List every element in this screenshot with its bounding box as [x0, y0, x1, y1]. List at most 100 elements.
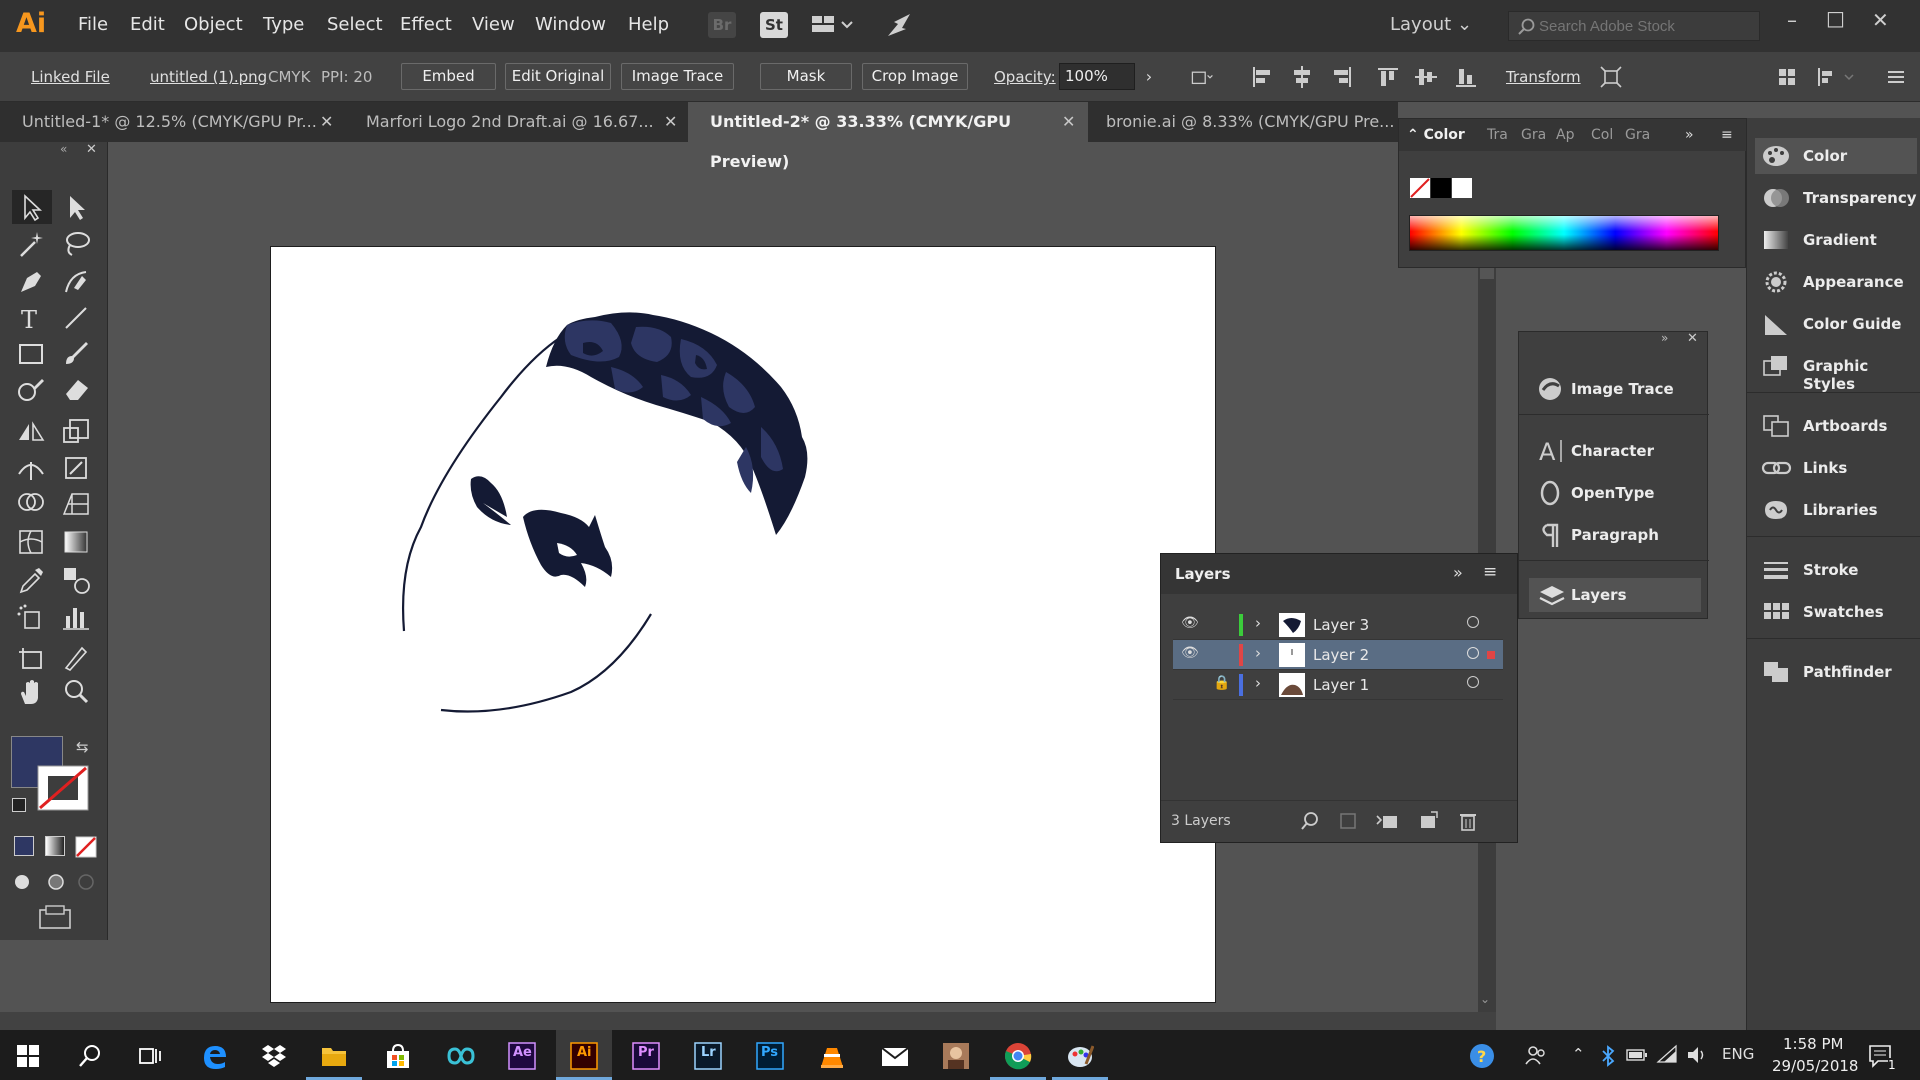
- selection-tool-icon[interactable]: [15, 192, 49, 224]
- scroll-down-icon[interactable]: ⌄: [1480, 992, 1490, 1006]
- taskbar-infinity-app[interactable]: [432, 1030, 488, 1080]
- menu-effect[interactable]: Effect: [400, 14, 452, 35]
- mesh-tool-icon[interactable]: [15, 526, 49, 558]
- lock-icon[interactable]: 🔒: [1213, 675, 1230, 691]
- dock-appearance[interactable]: Appearance: [1755, 264, 1917, 300]
- portrait-artwork[interactable]: [271, 247, 1217, 1004]
- windows-start-icon[interactable]: [16, 1044, 40, 1068]
- expand-panel-icon[interactable]: »: [1453, 563, 1463, 582]
- layers-panel-title[interactable]: Layers: [1175, 565, 1231, 583]
- panel-paragraph[interactable]: Paragraph: [1529, 518, 1701, 552]
- visibility-eye-icon[interactable]: 👁: [1181, 615, 1199, 631]
- align-vertical-center-icon[interactable]: [1414, 65, 1438, 89]
- image-trace-button[interactable]: Image Trace: [621, 63, 734, 90]
- screen-mode-icon[interactable]: [36, 904, 76, 932]
- expand-layer-icon[interactable]: ›: [1255, 644, 1261, 662]
- paintbrush-tool-icon[interactable]: [60, 338, 94, 370]
- align-bottom-icon[interactable]: [1454, 65, 1478, 89]
- none-mode-icon[interactable]: [75, 836, 97, 858]
- search-input[interactable]: [1539, 16, 1754, 36]
- taskbar-illustrator[interactable]: Ai: [556, 1030, 612, 1080]
- expand-layer-icon[interactable]: ›: [1255, 614, 1261, 632]
- tab-graphic-styles[interactable]: Gra: [1625, 127, 1650, 143]
- tab-bronie[interactable]: bronie.ai @ 8.33% (CMYK/GPU Pre...: [1084, 102, 1398, 142]
- layer-row-2[interactable]: 👁 › Layer 2: [1173, 640, 1503, 670]
- isolate-object-icon[interactable]: [1599, 65, 1623, 89]
- taskbar-dropbox[interactable]: [246, 1030, 302, 1080]
- dock-libraries[interactable]: Libraries: [1755, 492, 1917, 528]
- eyedropper-tool-icon[interactable]: [15, 564, 49, 596]
- dock-color-guide[interactable]: Color Guide: [1755, 306, 1917, 342]
- type-tool-icon[interactable]: T: [15, 302, 49, 334]
- taskbar-photo-app[interactable]: [928, 1030, 984, 1080]
- lasso-tool-icon[interactable]: [60, 228, 94, 260]
- tab-gradient[interactable]: Gra: [1521, 127, 1546, 143]
- artboard[interactable]: [270, 246, 1216, 1003]
- expand-layer-icon[interactable]: ›: [1255, 674, 1261, 692]
- tab-close-icon[interactable]: ✕: [1062, 102, 1075, 142]
- slice-tool-icon[interactable]: [60, 642, 94, 674]
- menu-view[interactable]: View: [472, 14, 515, 35]
- delete-layer-icon[interactable]: [1457, 810, 1479, 832]
- tab-close-icon[interactable]: ✕: [664, 102, 677, 142]
- opacity-label[interactable]: Opacity:: [994, 68, 1056, 86]
- crop-image-button[interactable]: Crop Image: [862, 63, 968, 90]
- tab-color[interactable]: ⌃ Color: [1407, 127, 1465, 143]
- people-icon[interactable]: [1524, 1044, 1548, 1068]
- dock-gradient[interactable]: Gradient: [1755, 222, 1917, 258]
- menu-window[interactable]: Window: [535, 14, 606, 35]
- dock-swatches[interactable]: Swatches: [1755, 594, 1917, 630]
- bluetooth-icon[interactable]: [1600, 1045, 1616, 1067]
- tab-untitled-2[interactable]: Untitled-2* @ 33.33% (CMYK/GPU Preview): [688, 102, 1088, 171]
- create-sublayer-icon[interactable]: [1375, 810, 1401, 832]
- tab-color-guide[interactable]: Col: [1591, 127, 1613, 143]
- zoom-tool-icon[interactable]: [60, 676, 94, 708]
- search-stock[interactable]: [1508, 11, 1760, 41]
- gradient-mode-icon[interactable]: [45, 836, 65, 856]
- menu-edit[interactable]: Edit: [130, 14, 165, 35]
- embed-button[interactable]: Embed: [401, 63, 496, 90]
- taskbar-file-explorer[interactable]: [306, 1030, 362, 1080]
- layer-name[interactable]: Layer 2: [1313, 646, 1369, 664]
- arrange-documents-icon[interactable]: [810, 12, 854, 42]
- taskbar-paint-app[interactable]: [1052, 1030, 1108, 1080]
- align-right-icon[interactable]: [1330, 65, 1354, 89]
- align-horizontal-center-icon[interactable]: [1290, 65, 1314, 89]
- tab-appearance[interactable]: Ap: [1556, 127, 1574, 143]
- color-quick-swatches[interactable]: [1409, 177, 1473, 199]
- color-spectrum[interactable]: [1409, 215, 1719, 251]
- dock-pathfinder[interactable]: Pathfinder: [1755, 654, 1917, 690]
- dock-links[interactable]: Links: [1755, 450, 1917, 486]
- selection-indicator[interactable]: [1487, 651, 1495, 659]
- reflect-tool-icon[interactable]: [15, 416, 49, 448]
- opacity-expand-icon[interactable]: ›: [1137, 63, 1161, 90]
- free-transform-tool-icon[interactable]: [60, 452, 94, 484]
- layer-name[interactable]: Layer 1: [1313, 676, 1369, 694]
- line-segment-tool-icon[interactable]: [60, 302, 94, 334]
- column-graph-tool-icon[interactable]: [60, 602, 94, 634]
- wifi-icon[interactable]: [1656, 1044, 1678, 1066]
- taskbar-photoshop[interactable]: Ps: [742, 1030, 798, 1080]
- scroll-thumb[interactable]: [1480, 267, 1494, 279]
- scale-tool-icon[interactable]: [60, 416, 94, 448]
- make-clipping-mask-icon[interactable]: [1337, 810, 1359, 832]
- perspective-grid-tool-icon[interactable]: [60, 488, 94, 520]
- stock-button[interactable]: St: [760, 12, 788, 38]
- battery-icon[interactable]: [1626, 1048, 1648, 1062]
- shaper-tool-icon[interactable]: [15, 374, 49, 406]
- taskbar-chrome[interactable]: [990, 1030, 1046, 1080]
- panel-character[interactable]: A Character: [1529, 434, 1701, 468]
- input-language[interactable]: ENG: [1722, 1045, 1754, 1063]
- menu-select[interactable]: Select: [327, 14, 383, 35]
- artboard-tool-icon[interactable]: [15, 642, 49, 674]
- rectangle-tool-icon[interactable]: [15, 338, 49, 370]
- symbol-sprayer-tool-icon[interactable]: [15, 602, 49, 634]
- taskbar-edge[interactable]: [186, 1030, 242, 1080]
- locate-object-icon[interactable]: [1299, 810, 1321, 832]
- close-panel-icon[interactable]: ✕: [1687, 331, 1698, 346]
- close-icon[interactable]: ✕: [1872, 8, 1889, 32]
- minimize-icon[interactable]: –: [1787, 8, 1797, 32]
- maximize-icon[interactable]: □: [1826, 6, 1845, 30]
- blend-tool-icon[interactable]: [60, 564, 94, 596]
- linked-file-link[interactable]: Linked File: [31, 68, 110, 86]
